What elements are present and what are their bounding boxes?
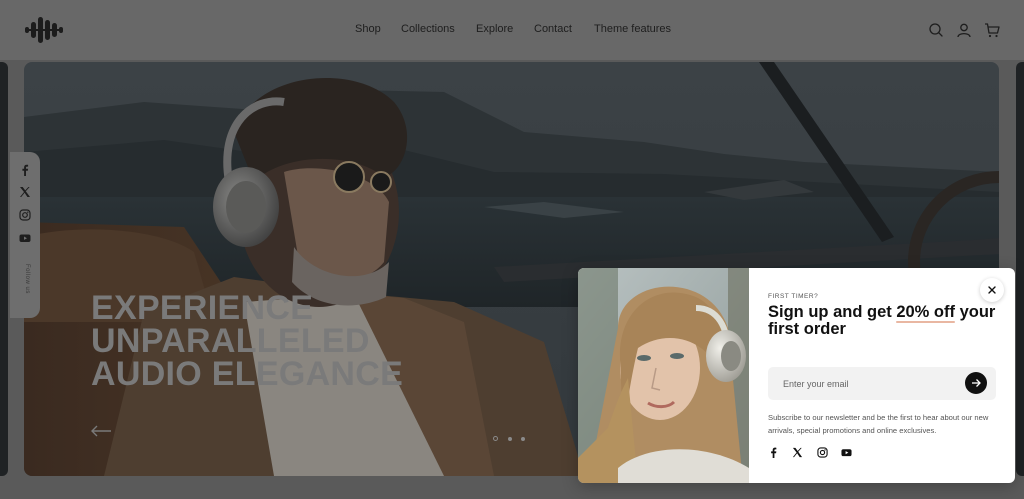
x-icon[interactable]	[19, 186, 31, 198]
instagram-icon[interactable]	[817, 447, 828, 458]
social-sidebar: Follow us	[10, 152, 40, 318]
email-form	[768, 367, 996, 400]
popup-description: Subscribe to our newsletter and be the f…	[768, 413, 989, 435]
youtube-icon[interactable]	[19, 232, 31, 244]
close-icon	[988, 286, 996, 294]
popup-heading-highlight: 20% off	[896, 303, 956, 321]
slide-dots	[493, 436, 527, 444]
facebook-icon[interactable]	[19, 164, 31, 176]
nav-explore[interactable]: Explore	[476, 23, 513, 35]
hero-title: EXPERIENCE UNPARALLELED AUDIO ELEGANCE	[91, 289, 404, 393]
x-icon[interactable]	[792, 447, 803, 458]
instagram-icon[interactable]	[19, 209, 31, 221]
account-icon[interactable]	[956, 22, 972, 38]
site-header: Shop Collections Explore Contact Theme f…	[0, 0, 1024, 60]
main-nav: Shop Collections Explore Contact Theme f…	[0, 0, 1024, 60]
hero-title-line-1: EXPERIENCE	[91, 289, 314, 327]
next-slide-peek	[1016, 62, 1024, 476]
arrow-right-icon	[972, 379, 981, 387]
popup-heading: Sign up and get 20% off your first order	[768, 304, 998, 338]
subscribe-button[interactable]	[965, 372, 987, 394]
newsletter-popup: FIRST TIMER? Sign up and get 20% off you…	[578, 268, 1015, 483]
nav-contact[interactable]: Contact	[534, 23, 572, 35]
youtube-icon[interactable]	[841, 447, 852, 458]
facebook-icon[interactable]	[768, 447, 779, 458]
slide-dot-2[interactable]	[508, 437, 512, 441]
nav-shop[interactable]: Shop	[355, 23, 381, 35]
cart-icon[interactable]	[984, 22, 1000, 38]
hero-title-line-2: UNPARALLELED	[91, 322, 370, 360]
prev-slide-peek	[0, 62, 8, 476]
slide-dot-1[interactable]	[493, 436, 498, 441]
hero-title-line-3: AUDIO ELEGANCE	[91, 355, 404, 393]
search-icon[interactable]	[928, 22, 944, 38]
nav-theme-features[interactable]: Theme features	[594, 23, 671, 35]
popup-eyebrow: FIRST TIMER?	[768, 293, 819, 300]
nav-collections[interactable]: Collections	[401, 23, 455, 35]
popup-heading-pre: Sign up and get	[768, 303, 897, 321]
close-button[interactable]	[980, 278, 1004, 302]
follow-us-label: Follow us	[24, 264, 30, 294]
popup-image	[578, 268, 749, 483]
slide-dot-3[interactable]	[521, 437, 525, 441]
arrow-left-icon[interactable]	[90, 424, 112, 438]
email-field[interactable]	[768, 367, 958, 400]
